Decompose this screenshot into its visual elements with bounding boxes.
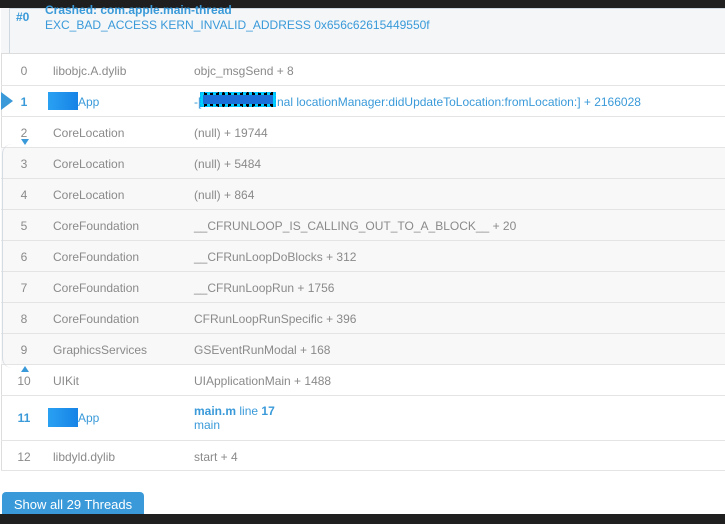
frame-library: CoreFoundation bbox=[53, 281, 140, 295]
frame-library: App bbox=[78, 411, 100, 425]
frame-number: 11 bbox=[17, 411, 31, 425]
frame-symbol: __CFRunLoopDoBlocks + 312 bbox=[194, 250, 357, 264]
frame-symbol: GSEventRunModal + 168 bbox=[194, 343, 331, 357]
frame-row-8[interactable]: 8 CoreFoundation CFRunLoopRunSpecific + … bbox=[1, 303, 725, 334]
frame-row-1[interactable]: 1 App -[ nal locationManager:didUpdateTo… bbox=[1, 86, 725, 117]
selected-frame-arrow-icon bbox=[1, 92, 13, 110]
frame-library: CoreFoundation bbox=[53, 250, 140, 264]
frame-function: main bbox=[194, 418, 221, 432]
source-line-number: 17 bbox=[261, 404, 275, 418]
collapsed-frames-bracket bbox=[2, 144, 18, 368]
frame-library: UIKit bbox=[53, 374, 80, 388]
frame-row-11[interactable]: 11 App main.m line 17 main bbox=[1, 396, 725, 441]
frame-row-3[interactable]: 3 CoreLocation (null) + 5484 bbox=[1, 148, 725, 179]
frame-row-4[interactable]: 4 CoreLocation (null) + 864 bbox=[1, 179, 725, 210]
crash-thread-number: #0 bbox=[16, 10, 30, 24]
frame-library: CoreLocation bbox=[53, 157, 125, 171]
frame-library: libobjc.A.dylib bbox=[53, 64, 127, 78]
frame-symbol: __CFRUNLOOP_IS_CALLING_OUT_TO_A_BLOCK__ … bbox=[194, 219, 517, 233]
frame-row-10[interactable]: 10 UIKit UIApplicationMain + 1488 bbox=[1, 365, 725, 396]
redacted-app-name bbox=[48, 408, 78, 427]
source-location[interactable]: main.m line 17 bbox=[194, 404, 275, 418]
source-file: main.m bbox=[194, 404, 237, 418]
chevron-up-icon[interactable] bbox=[21, 366, 29, 372]
crash-reason: EXC_BAD_ACCESS KERN_INVALID_ADDRESS 0x65… bbox=[45, 18, 430, 32]
show-all-threads-button[interactable]: Show all 29 Threads bbox=[2, 492, 144, 516]
frame-number: 12 bbox=[17, 450, 31, 464]
redacted-class-name bbox=[200, 92, 276, 107]
frame-symbol: (null) + 864 bbox=[194, 188, 255, 202]
frame-number: 0 bbox=[20, 64, 28, 78]
frame-row-0[interactable]: 0 libobjc.A.dylib objc_msgSend + 8 bbox=[1, 55, 725, 86]
frame-library: CoreLocation bbox=[53, 126, 125, 140]
redacted-app-name bbox=[48, 92, 78, 110]
bottom-bar bbox=[0, 514, 725, 524]
frame-library: GraphicsServices bbox=[53, 343, 148, 357]
frame-symbol: CFRunLoopRunSpecific + 396 bbox=[194, 312, 357, 326]
frame-symbol: objc_msgSend + 8 bbox=[194, 64, 294, 78]
frame-symbol: start + 4 bbox=[194, 450, 238, 464]
frame-library: App bbox=[78, 95, 100, 109]
frame-symbol: UIApplicationMain + 1488 bbox=[194, 374, 332, 388]
frame-symbol: (null) + 19744 bbox=[194, 126, 268, 140]
frame-symbol: __CFRunLoopRun + 1756 bbox=[194, 281, 335, 295]
frame-number: 2 bbox=[20, 126, 28, 140]
frame-number: 10 bbox=[17, 374, 31, 388]
chevron-down-icon[interactable] bbox=[21, 139, 29, 145]
frame-symbol: (null) + 5484 bbox=[194, 157, 262, 171]
frame-row-9[interactable]: 9 GraphicsServices GSEventRunModal + 168 bbox=[1, 334, 725, 365]
frame-row-6[interactable]: 6 CoreFoundation __CFRunLoopDoBlocks + 3… bbox=[1, 241, 725, 272]
frame-row-5[interactable]: 5 CoreFoundation __CFRUNLOOP_IS_CALLING_… bbox=[1, 210, 725, 241]
frame-library: CoreFoundation bbox=[53, 312, 140, 326]
frame-symbol: nal locationManager:didUpdateToLocation:… bbox=[277, 95, 641, 109]
frame-row-12[interactable]: 12 libdyld.dylib start + 4 bbox=[1, 441, 725, 471]
crash-title: Crashed: com.apple.main-thread bbox=[45, 3, 232, 17]
source-line-word: line bbox=[239, 404, 259, 418]
frame-library: libdyld.dylib bbox=[53, 450, 116, 464]
frame-library: CoreFoundation bbox=[53, 219, 140, 233]
frame-row-2[interactable]: 2 CoreLocation (null) + 19744 bbox=[1, 117, 725, 148]
frame-library: CoreLocation bbox=[53, 188, 125, 202]
frame-row-7[interactable]: 7 CoreFoundation __CFRunLoopRun + 1756 bbox=[1, 272, 725, 303]
